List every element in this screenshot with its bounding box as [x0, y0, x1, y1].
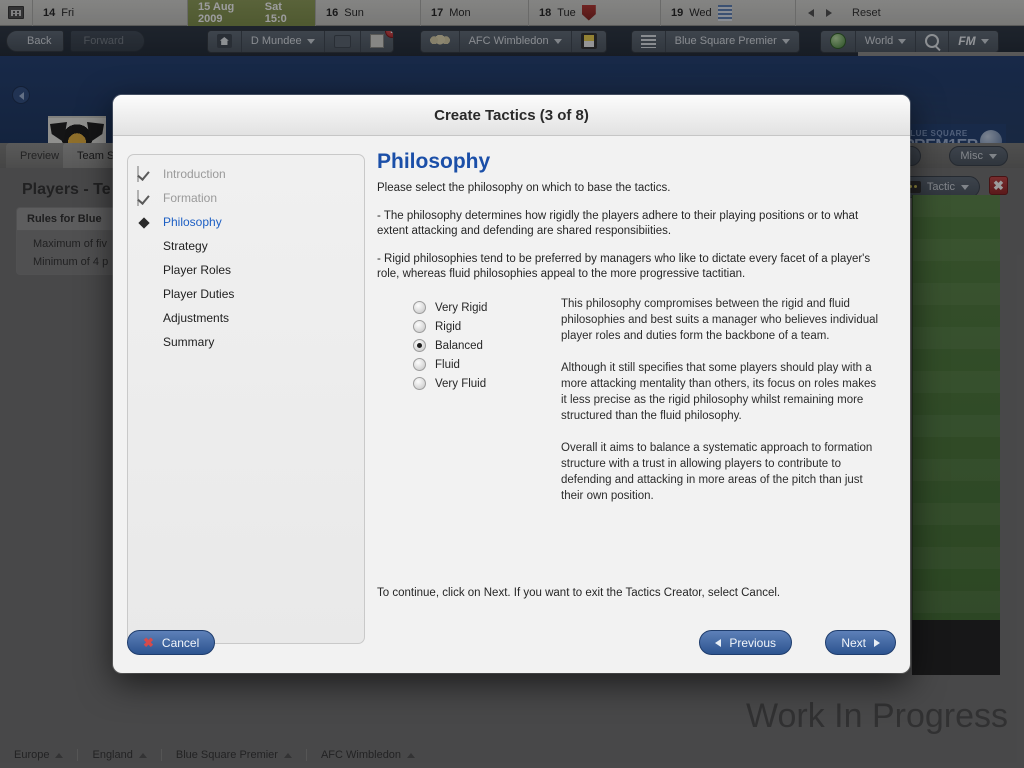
- intro-text: Please select the philosophy on which to…: [377, 182, 671, 194]
- step-marker-blank: [137, 335, 152, 350]
- wizard-steps-list: Introduction Formation Philosophy Strate…: [127, 154, 365, 644]
- step-formation[interactable]: Formation: [128, 186, 364, 210]
- radio-icon-selected[interactable]: [413, 339, 426, 352]
- section-heading: Philosophy: [377, 150, 491, 173]
- radio-fluid[interactable]: Fluid: [413, 355, 557, 374]
- step-marker-blank: [137, 311, 152, 326]
- step-label: Formation: [163, 191, 218, 205]
- next-label: Next: [841, 635, 866, 650]
- step-label: Player Roles: [163, 263, 232, 277]
- arrow-right-icon: [874, 638, 880, 647]
- step-philosophy[interactable]: Philosophy: [128, 210, 364, 234]
- radio-label: Very Fluid: [435, 377, 487, 390]
- arrow-left-icon: [715, 638, 722, 647]
- radio-icon[interactable]: [413, 301, 426, 314]
- bullet-text-2: - Rigid philosophies tend to be preferre…: [377, 253, 871, 280]
- radio-icon[interactable]: [413, 320, 426, 333]
- next-button[interactable]: Next: [825, 630, 896, 655]
- description-paragraph-3: Overall it aims to balance a systematic …: [561, 442, 873, 502]
- radio-label: Very Rigid: [435, 301, 488, 314]
- step-label: Player Duties: [163, 287, 235, 301]
- radio-balanced[interactable]: Balanced: [413, 336, 557, 355]
- step-label: Strategy: [163, 239, 208, 253]
- step-marker-blank: [137, 263, 152, 278]
- check-icon: [137, 165, 152, 182]
- bullet-text-1: - The philosophy determines how rigidly …: [377, 210, 859, 237]
- diamond-icon: [137, 215, 152, 230]
- radio-very-fluid[interactable]: Very Fluid: [413, 374, 557, 393]
- close-icon: ✖: [143, 634, 154, 650]
- cancel-button[interactable]: ✖ Cancel: [127, 630, 216, 655]
- radio-icon[interactable]: [413, 358, 426, 371]
- check-icon: [137, 189, 152, 206]
- dialog-main-content: Philosophy Please select the philosophy …: [377, 150, 894, 673]
- step-summary[interactable]: Summary: [128, 330, 364, 354]
- step-label: Summary: [163, 335, 215, 349]
- philosophy-choice-area: Very Rigid Rigid Balanced Fluid Very Flu…: [377, 296, 894, 520]
- step-marker-blank: [137, 287, 152, 302]
- radio-rigid[interactable]: Rigid: [413, 317, 557, 336]
- step-label: Adjustments: [163, 311, 230, 325]
- step-label: Philosophy: [163, 215, 222, 229]
- step-player-duties[interactable]: Player Duties: [128, 282, 364, 306]
- radio-label: Rigid: [435, 320, 462, 333]
- step-introduction[interactable]: Introduction: [128, 162, 364, 186]
- create-tactics-dialog: Create Tactics (3 of 8) Introduction For…: [113, 95, 910, 673]
- radio-label: Balanced: [435, 339, 483, 352]
- footnote-text: To continue, click on Next. If you want …: [377, 587, 781, 599]
- step-label: Introduction: [163, 167, 226, 181]
- description-paragraph-2: Although it still specifies that some pl…: [561, 362, 877, 422]
- radio-icon[interactable]: [413, 377, 426, 390]
- cancel-label: Cancel: [161, 635, 200, 650]
- previous-label: Previous: [729, 635, 776, 650]
- previous-button[interactable]: Previous: [699, 630, 792, 655]
- step-player-roles[interactable]: Player Roles: [128, 258, 364, 282]
- dialog-title: Create Tactics (3 of 8): [113, 95, 910, 136]
- step-strategy[interactable]: Strategy: [128, 234, 364, 258]
- philosophy-radio-group: Very Rigid Rigid Balanced Fluid Very Flu…: [377, 296, 557, 520]
- step-marker-blank: [137, 239, 152, 254]
- radio-very-rigid[interactable]: Very Rigid: [413, 298, 557, 317]
- dialog-body: Introduction Formation Philosophy Strate…: [113, 136, 910, 673]
- description-paragraph-1: This philosophy compromises between the …: [561, 298, 879, 342]
- radio-label: Fluid: [435, 358, 460, 371]
- philosophy-description: This philosophy compromises between the …: [557, 296, 894, 520]
- step-adjustments[interactable]: Adjustments: [128, 306, 364, 330]
